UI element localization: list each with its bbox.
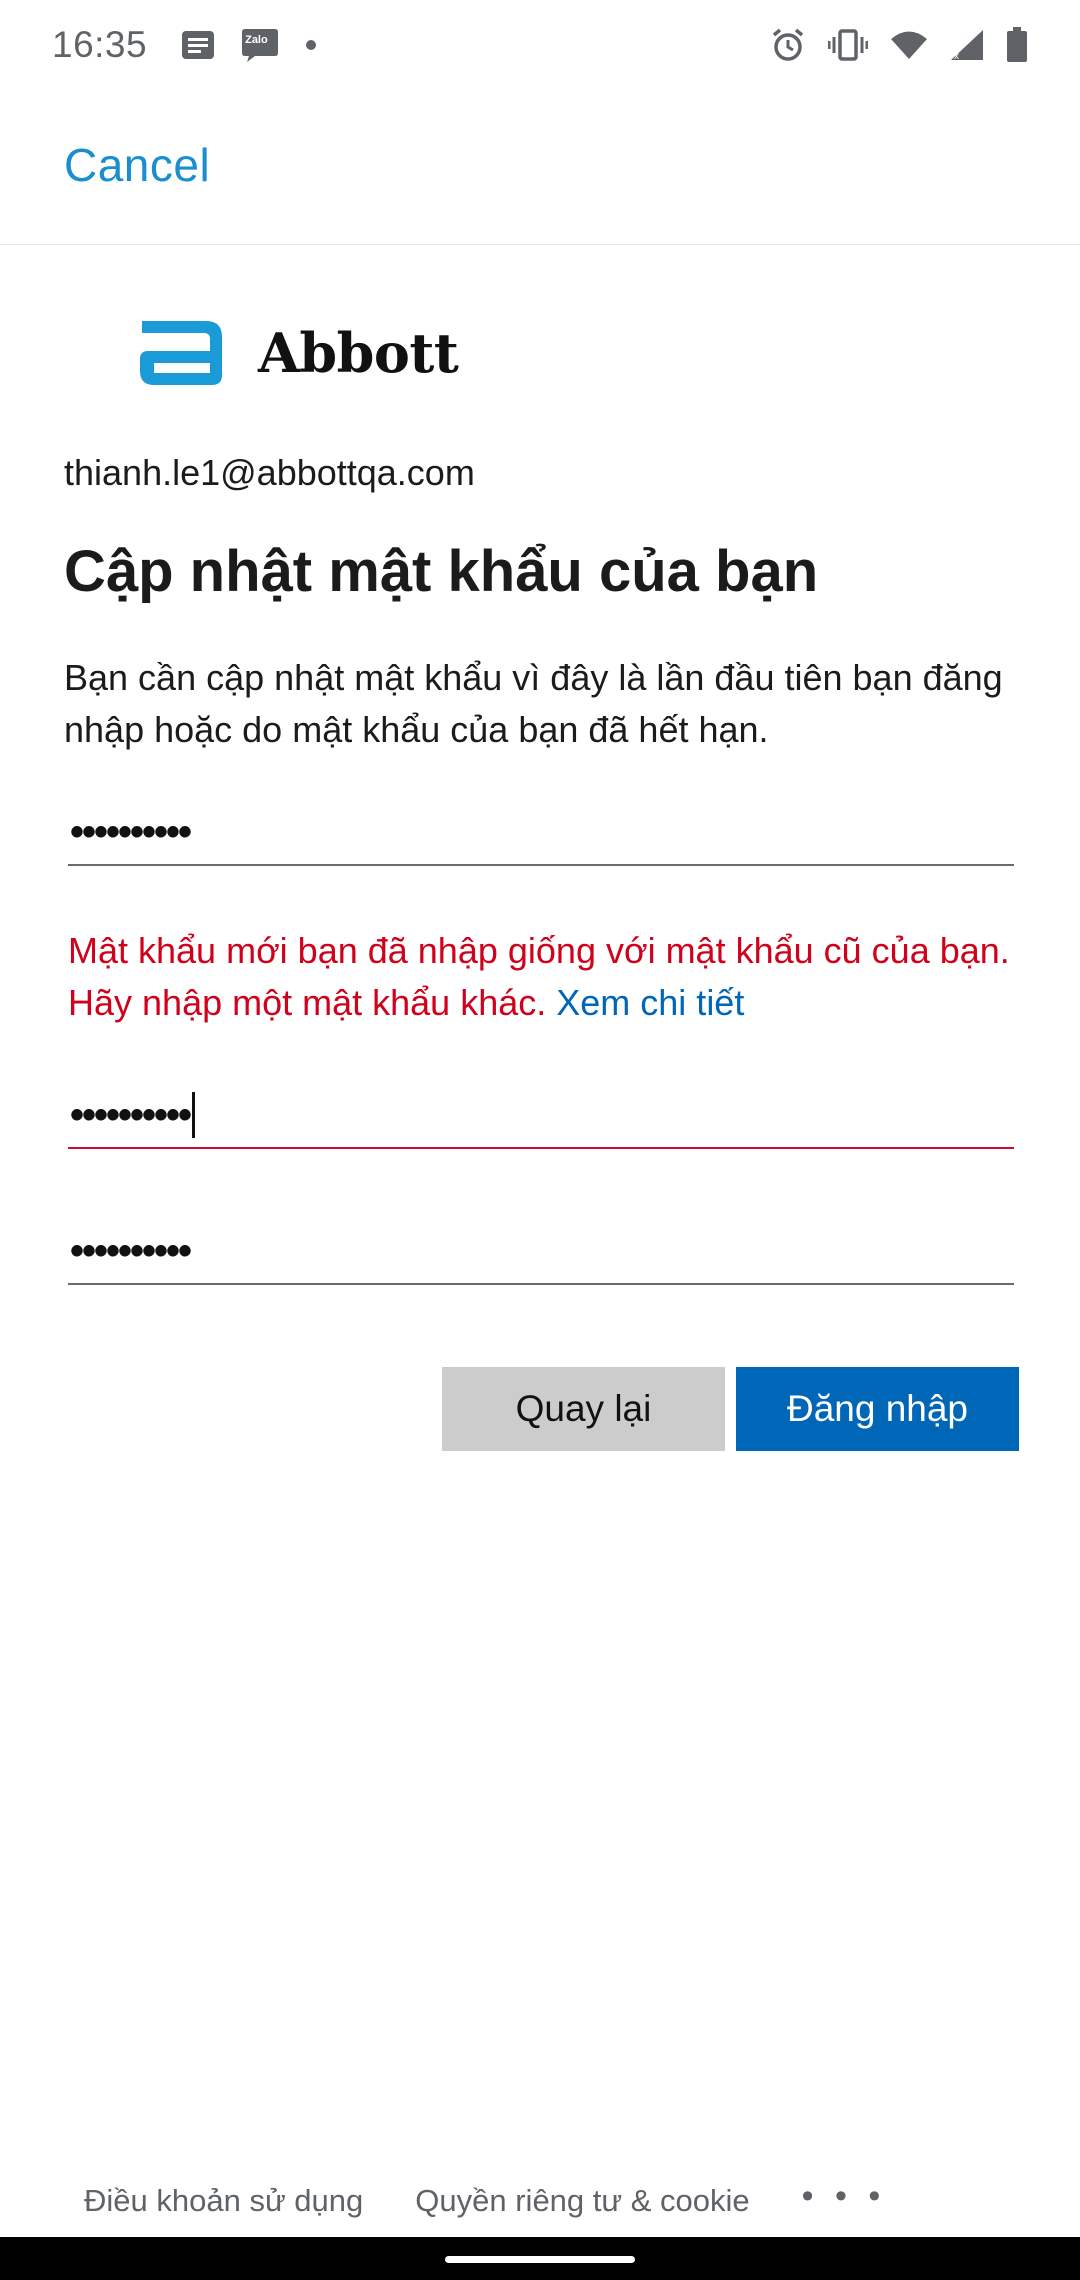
battery-icon bbox=[1006, 27, 1028, 63]
confirm-password-value: •••••••••• bbox=[70, 1228, 192, 1273]
terms-link[interactable]: Điều khoản sử dụng bbox=[84, 2183, 363, 2219]
page-description: Bạn cần cập nhật mật khẩu vì đây là lần … bbox=[64, 657, 1003, 750]
back-button[interactable]: Quay lại bbox=[442, 1367, 725, 1451]
signal-icon: x bbox=[950, 29, 984, 61]
system-icons: x bbox=[770, 27, 1028, 63]
page-title: Cập nhật mật khẩu của bạn bbox=[64, 539, 819, 604]
error-text: Mật khẩu mới bạn đã nhập giống với mật k… bbox=[68, 930, 1010, 1023]
abbott-logo-text: Abbott bbox=[258, 321, 459, 385]
message-icon bbox=[181, 30, 215, 60]
footer: Điều khoản sử dụng Quyền riêng tư & cook… bbox=[0, 2177, 1080, 2224]
home-gesture-handle[interactable] bbox=[445, 2256, 635, 2263]
privacy-link[interactable]: Quyền riêng tư & cookie bbox=[415, 2183, 749, 2219]
svg-text:x: x bbox=[954, 51, 959, 61]
wifi-icon bbox=[890, 30, 928, 60]
abbott-logo-icon bbox=[134, 315, 230, 391]
more-options-button[interactable]: • • • bbox=[802, 2177, 887, 2216]
cancel-button[interactable]: Cancel bbox=[64, 138, 210, 192]
top-bar: Cancel bbox=[0, 90, 1080, 245]
vibrate-icon bbox=[828, 29, 868, 61]
current-password-field[interactable]: •••••••••• bbox=[68, 800, 1014, 866]
new-password-field[interactable]: •••••••••• bbox=[68, 1083, 1014, 1149]
error-details-link[interactable]: Xem chi tiết bbox=[556, 982, 744, 1023]
sign-in-button[interactable]: Đăng nhập bbox=[736, 1367, 1019, 1451]
account-email: thianh.le1@abbottqa.com bbox=[64, 452, 475, 493]
status-bar: 16:35 Zalo x bbox=[0, 0, 1080, 90]
alarm-icon bbox=[770, 27, 806, 63]
abbott-logo: Abbott bbox=[134, 315, 459, 391]
status-time: 16:35 bbox=[52, 24, 148, 65]
current-password-value: •••••••••• bbox=[70, 809, 192, 854]
password-error-message: Mật khẩu mới bạn đã nhập giống với mật k… bbox=[68, 925, 1028, 1029]
dot-icon bbox=[305, 39, 317, 51]
zalo-icon: Zalo bbox=[241, 27, 279, 63]
notification-icons: Zalo bbox=[181, 27, 317, 63]
new-password-value: •••••••••• bbox=[70, 1092, 192, 1137]
zalo-label: Zalo bbox=[245, 34, 268, 46]
text-cursor bbox=[192, 1092, 196, 1138]
confirm-password-field[interactable]: •••••••••• bbox=[68, 1219, 1014, 1285]
